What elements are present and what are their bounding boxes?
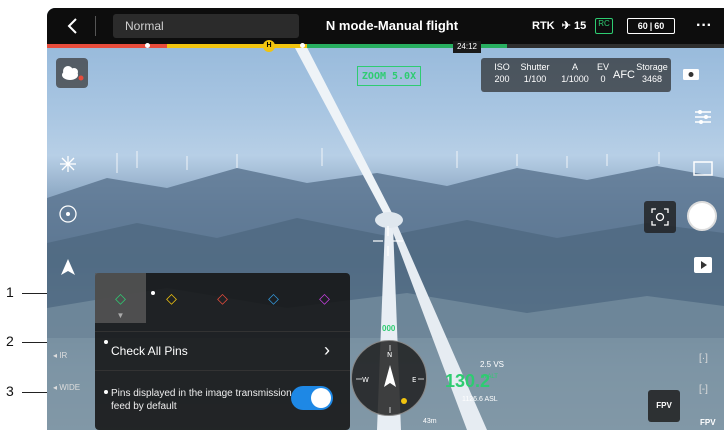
pin-diamond-icon: ◇ <box>268 289 279 306</box>
pin-diamond-icon: ◇ <box>319 289 330 306</box>
chevron-left-icon <box>67 18 77 34</box>
fpv-button[interactable]: FPV <box>648 390 680 422</box>
pin-color-selector: ◇ ▼ ◇ ◇ ◇ ◇ <box>95 273 350 323</box>
pins-default-label: Pins displayed in the image transmission… <box>111 388 292 412</box>
aperture-label: A <box>571 62 578 72</box>
svg-text:E: E <box>412 376 416 384</box>
satellite-count: 15 <box>573 20 587 32</box>
callout-1-dot <box>151 291 155 295</box>
shutter-value: 1/100 <box>523 74 547 84</box>
satellite-icon: ✈ <box>561 20 571 32</box>
callout-3: 3 <box>6 383 14 399</box>
progress-marker <box>300 43 305 48</box>
zoom-out-icon[interactable]: [-] <box>699 384 708 395</box>
rc-signal-icon[interactable]: RC <box>595 18 613 34</box>
rtk-status[interactable]: RTK ✈ 15 <box>532 8 586 44</box>
svg-text:W: W <box>362 376 369 384</box>
check-all-pins-label: Check All Pins <box>111 344 188 358</box>
callout-2-dot <box>104 340 108 344</box>
pin-red[interactable]: ◇ <box>197 273 248 323</box>
pin-yellow[interactable]: ◇ <box>146 273 197 323</box>
iso-value: 200 <box>494 74 510 84</box>
pins-default-toggle[interactable] <box>291 386 333 410</box>
home-marker: H <box>263 40 275 52</box>
camera-parameters[interactable]: ISO 200 Shutter 1/100 A 1/1000 EV 0 AFC Stor… <box>481 58 671 92</box>
aircraft-icon[interactable] <box>57 153 79 175</box>
zoom-indicator: ZOOM 5.0X <box>357 66 421 86</box>
cloud-icon <box>62 66 84 81</box>
battery-2: 60 <box>654 21 665 31</box>
pin-purple[interactable]: ◇ <box>299 273 350 323</box>
weather-button[interactable] <box>56 58 88 88</box>
focus-target-button[interactable] <box>644 201 676 233</box>
top-bar: Normal N mode-Manual flight RTK ✈ 15 RC … <box>47 8 724 44</box>
svg-text:N: N <box>387 351 392 359</box>
heading-value: 000 <box>382 324 396 333</box>
back-button[interactable] <box>57 8 87 44</box>
toggle-knob <box>311 388 331 408</box>
playback-icon[interactable] <box>692 254 714 276</box>
navigation-arrow-icon[interactable] <box>57 256 79 278</box>
storage-label: Storage <box>636 62 668 72</box>
battery-indicator[interactable]: 60 | 60 <box>627 18 675 34</box>
ev-value: 0 <box>600 74 606 84</box>
more-menu-button[interactable]: ··· <box>692 8 716 44</box>
pin-diamond-icon: ◇ <box>115 289 126 306</box>
page-title: N mode-Manual flight <box>325 18 459 33</box>
selected-caret-icon: ▼ <box>116 311 125 320</box>
pin-diamond-icon: ◇ <box>217 289 228 306</box>
pin-diamond-icon: ◇ <box>166 289 177 306</box>
storage-value: 3468 <box>641 74 663 84</box>
settings-sliders-icon[interactable] <box>692 106 714 128</box>
crosshair-icon <box>373 226 403 256</box>
home-distance: 43m <box>423 418 437 425</box>
rtk-label: RTK <box>532 20 555 32</box>
flight-time: 24:12 <box>453 41 481 53</box>
progress-segment-yellow <box>167 44 307 48</box>
battery-1: 60 <box>637 21 648 31</box>
ev-label: EV <box>596 62 609 72</box>
check-all-pins-row[interactable]: Check All Pins › <box>95 331 350 371</box>
callout-1: 1 <box>6 284 14 300</box>
focus-mode: AFC <box>613 69 635 81</box>
flight-mode-dropdown[interactable]: Normal <box>113 14 299 38</box>
compass[interactable]: N E W <box>351 340 427 416</box>
callout-2: 2 <box>6 333 14 349</box>
vertical-speed: 2.5 VS <box>480 360 505 369</box>
asl-value: 1126.6 ASL <box>462 396 498 403</box>
screen-icon[interactable] <box>692 158 714 180</box>
callout-3-dot <box>104 390 108 394</box>
pin-blue[interactable]: ◇ <box>248 273 299 323</box>
gimbal-icon[interactable] <box>57 203 79 225</box>
wide-lens-button[interactable]: ◂ WIDE <box>53 383 80 392</box>
progress-marker <box>145 43 150 48</box>
camera-feed-view: Normal N mode-Manual flight RTK ✈ 15 RC … <box>47 8 724 430</box>
divider <box>95 16 96 36</box>
iso-label: ISO <box>494 62 510 72</box>
fpv-label: FPV <box>700 418 716 427</box>
shutter-button[interactable] <box>687 201 717 231</box>
pin-green[interactable]: ◇ ▼ <box>95 273 146 323</box>
pins-panel: ◇ ▼ ◇ ◇ ◇ ◇ Check All Pins › Pins display… <box>95 273 350 430</box>
gimbal-center-icon[interactable]: [·] <box>699 353 708 364</box>
aperture-value: 1/1000 <box>561 74 589 84</box>
ir-lens-button[interactable]: ◂ IR <box>53 351 67 360</box>
shutter-label: Shutter <box>520 62 550 72</box>
chevron-right-icon: › <box>324 340 330 360</box>
compass-rose-icon: N E W <box>356 345 424 413</box>
camera-icon[interactable] <box>681 66 701 82</box>
altitude-unit: m ALT <box>481 374 498 380</box>
focus-icon <box>651 208 669 226</box>
